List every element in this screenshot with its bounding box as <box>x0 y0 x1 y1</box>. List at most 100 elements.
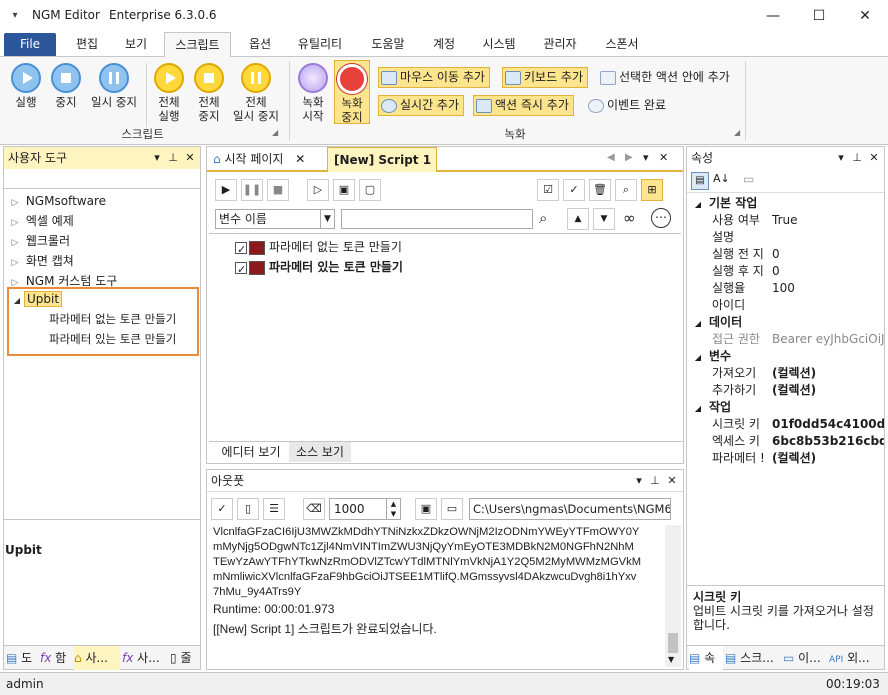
property-row[interactable]: 엑세스 키 6bc8b53b216cbd9 <box>687 433 884 450</box>
menu-edit[interactable]: 편집 <box>67 32 107 57</box>
dialog-launcher-icon[interactable]: ◢ <box>734 128 740 137</box>
expand-icon[interactable]: ▷ <box>8 213 22 233</box>
dropdown-icon[interactable]: ▾ <box>643 151 649 164</box>
save-icon[interactable]: ▣ <box>415 498 437 520</box>
collapse-icon[interactable]: ◢ <box>687 315 709 331</box>
run-button[interactable]: 실행 <box>8 63 44 109</box>
add-action-instant-button[interactable]: 액션 즉시 추가 <box>473 95 574 116</box>
search-icon[interactable]: ⌕ <box>539 209 547 227</box>
spin-icon[interactable]: ▲ ▼ <box>386 499 400 519</box>
tab-properties[interactable]: ▤ 속 <box>689 646 723 670</box>
tab-tools[interactable]: ▤ 도 <box>6 646 40 670</box>
menu-file[interactable]: File <box>4 33 56 56</box>
play-icon[interactable]: ▶ <box>215 179 237 201</box>
expand-icon[interactable]: ▷ <box>8 233 22 253</box>
tree-item[interactable]: ▷ 웹크롤러 <box>8 231 198 251</box>
more-icon[interactable]: ⋯ <box>651 208 671 228</box>
tab-new-script[interactable]: [New] Script 1 ✕ <box>327 147 437 192</box>
move-up-icon[interactable]: ▲ <box>567 208 589 230</box>
menu-admin[interactable]: 관리자 <box>534 32 586 57</box>
property-row[interactable]: 사용 여부 True <box>687 212 884 229</box>
action-item[interactable]: 파라메터 있는 토큰 만들기 <box>235 257 655 280</box>
property-row[interactable]: 접근 권한 Bearer eyJhbGciOiJ <box>687 331 884 348</box>
property-row[interactable]: 실행율 100 <box>687 280 884 297</box>
pin-icon[interactable]: ⊥ <box>648 470 662 492</box>
variable-select[interactable]: 변수 이름 ▼ <box>215 209 335 229</box>
variable-search-input[interactable] <box>341 209 533 229</box>
tool-search-input[interactable] <box>4 169 200 189</box>
action-item[interactable]: 파라메터 없는 토큰 만들기 <box>235 237 655 260</box>
pin-icon[interactable]: ⊥ <box>166 147 180 169</box>
stop-button[interactable]: 중지 <box>48 63 84 109</box>
stop-all-button[interactable]: 전체 중지 <box>190 63 228 123</box>
minimize-button[interactable]: — <box>750 0 796 32</box>
search-icon[interactable]: ⌕ <box>615 179 637 201</box>
dropdown-icon[interactable]: ▾ <box>150 147 164 169</box>
add-mouse-move-button[interactable]: 마우스 이동 추가 <box>378 67 490 88</box>
menu-account[interactable]: 계정 <box>424 32 464 57</box>
delete-icon[interactable]: 🗑 <box>589 179 611 201</box>
property-row[interactable]: 실행 후 지0 <box>687 263 884 280</box>
property-row[interactable]: 시크릿 키01f0dd54c4100da6 <box>687 416 884 433</box>
collapse-icon[interactable]: ◢ <box>10 291 24 311</box>
tree-child[interactable]: 파라메터 있는 토큰 만들기 <box>9 329 197 349</box>
close-icon[interactable]: ✕ <box>183 147 197 169</box>
close-icon[interactable]: ✕ <box>295 152 305 166</box>
eraser-icon[interactable]: ⌫ <box>303 498 325 520</box>
tree-view-icon[interactable]: ⊞ <box>641 179 663 201</box>
checkbox[interactable] <box>235 240 247 260</box>
tab-user[interactable]: ⌂ 사... <box>74 646 120 670</box>
tree-item[interactable]: ▷ 엑셀 예제 <box>8 211 198 231</box>
property-pages-icon[interactable]: ▭ <box>743 172 754 186</box>
property-row[interactable]: 아이디 <box>687 297 884 314</box>
record-start-button[interactable]: 녹화 시작 <box>294 63 332 123</box>
add-realtime-button[interactable]: 실시간 추가 <box>378 95 465 116</box>
menu-options[interactable]: 옵션 <box>240 32 280 57</box>
pause-all-button[interactable]: 전체 일시 중지 <box>228 63 284 123</box>
tab-images[interactable]: ▭ 이... <box>783 646 827 670</box>
property-category[interactable]: ◢ 변수 <box>687 348 884 365</box>
export-icon[interactable]: ▯ <box>237 498 259 520</box>
tab-script-list[interactable]: ▤ 스크... <box>725 646 781 670</box>
tab-external[interactable]: API 외... <box>829 646 883 670</box>
step-icon[interactable]: ▷ <box>307 179 329 201</box>
app-menu-icon[interactable]: ▾ <box>8 9 22 23</box>
expand-icon[interactable]: ▷ <box>8 253 22 273</box>
event-done-button[interactable]: 이벤트 완료 <box>588 95 666 116</box>
categorized-icon[interactable]: ▤ <box>691 172 709 190</box>
property-row[interactable]: 파라메터 ! (컬렉션) <box>687 450 884 467</box>
tree-child[interactable]: 파라메터 없는 토큰 만들기 <box>9 309 197 329</box>
expand-icon[interactable]: ▷ <box>8 193 22 213</box>
folder-icon[interactable]: ▭ <box>441 498 463 520</box>
menu-help[interactable]: 도움말 <box>362 32 414 57</box>
checkbox[interactable] <box>235 260 247 280</box>
vertical-scrollbar[interactable]: ▼ <box>665 525 681 667</box>
property-row[interactable]: 설명 <box>687 229 884 246</box>
close-button[interactable]: ✕ <box>842 0 888 32</box>
tree-item-upbit[interactable]: ◢ Upbit <box>9 289 197 309</box>
list-icon[interactable]: ☰ <box>263 498 285 520</box>
menu-utility[interactable]: 유틸리티 <box>288 32 352 57</box>
tab-functions[interactable]: fx 함 <box>40 646 74 670</box>
move-down-icon[interactable]: ▼ <box>593 208 615 230</box>
close-icon[interactable]: ✕ <box>867 147 881 169</box>
dropdown-icon[interactable]: ▾ <box>834 147 848 169</box>
clear-output-icon[interactable]: ✓ <box>211 498 233 520</box>
step-over-icon[interactable]: ▣ <box>333 179 355 201</box>
run-all-button[interactable]: 전체 실행 <box>150 63 188 123</box>
tab-start-page[interactable]: ⌂ 시작 페이지 ✕ <box>207 147 325 172</box>
scroll-right-icon[interactable]: ▶ <box>625 152 633 163</box>
tab-editor-view[interactable]: 에디터 보기 <box>213 442 289 462</box>
tree-item[interactable]: ▷ 화면 캡쳐 <box>8 251 198 271</box>
tree-item[interactable]: ▷ NGMsoftware <box>8 191 198 211</box>
dialog-launcher-icon[interactable]: ◢ <box>272 128 278 137</box>
check-icon[interactable]: ✓ <box>563 179 585 201</box>
tab-user-functions[interactable]: fx 사... <box>122 646 168 670</box>
maximize-button[interactable]: ☐ <box>796 0 842 32</box>
property-category[interactable]: ◢ 작업 <box>687 399 884 416</box>
close-icon[interactable]: ✕ <box>659 151 668 164</box>
scrollbar-thumb[interactable] <box>668 633 678 653</box>
menu-sponsor[interactable]: 스폰서 <box>596 32 648 57</box>
menu-script[interactable]: 스크립트 <box>164 32 231 58</box>
sort-alpha-icon[interactable]: A↓ <box>713 172 730 185</box>
